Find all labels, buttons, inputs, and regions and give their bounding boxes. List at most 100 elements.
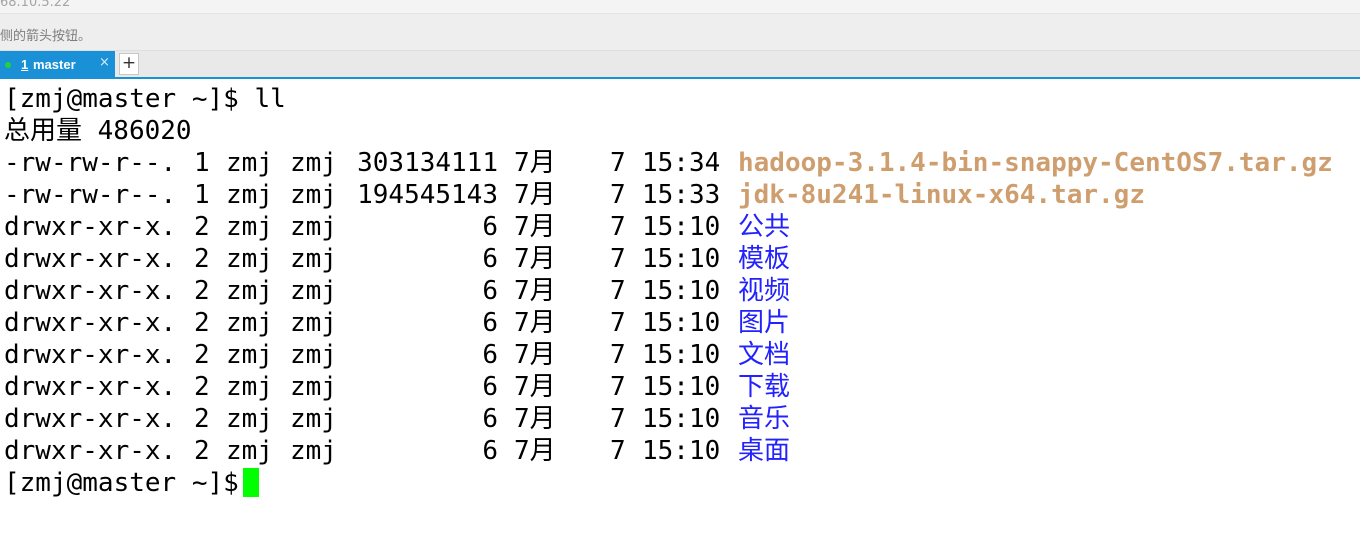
file-month: 7月 — [514, 404, 556, 434]
file-size: 6 — [482, 276, 498, 306]
command-line: [zmj@master ~]$ ll — [4, 83, 1356, 115]
file-group: zmj — [290, 148, 337, 178]
file-month: 7月 — [514, 308, 556, 338]
listing-row: drwxr-xr-x. 2 zmj zmj 6 7月 7 15:10 文档 — [4, 339, 1356, 371]
file-group: zmj — [290, 212, 337, 242]
listing-row: drwxr-xr-x. 2 zmj zmj 6 7月 7 15:10 下载 — [4, 371, 1356, 403]
file-links: 2 — [194, 276, 210, 306]
file-links: 2 — [194, 340, 210, 370]
current-prompt-line[interactable]: [zmj@master ~]$ — [4, 467, 1356, 499]
file-listing: -rw-rw-r--. 1 zmj zmj 303134111 7月 7 15:34 hadoo… — [4, 147, 1356, 467]
listing-row: drwxr-xr-x. 2 zmj zmj 6 7月 7 15:10 视频 — [4, 275, 1356, 307]
prompt: [zmj@master ~]$ — [4, 84, 239, 114]
file-links: 1 — [194, 180, 210, 210]
file-owner: zmj — [226, 148, 273, 178]
file-month: 7月 — [514, 148, 556, 178]
prompt: [zmj@master ~]$ — [4, 468, 239, 498]
file-permissions: drwxr-xr-x. — [4, 276, 177, 306]
file-size: 6 — [482, 372, 498, 402]
file-time: 15:10 — [642, 244, 721, 274]
file-time: 15:10 — [642, 372, 721, 402]
file-name: 文档 — [738, 340, 791, 370]
listing-row: drwxr-xr-x. 2 zmj zmj 6 7月 7 15:10 桌面 — [4, 435, 1356, 467]
command-text: ll — [254, 84, 286, 114]
file-name: 下载 — [738, 372, 791, 402]
text-cursor — [242, 468, 259, 497]
file-size: 6 — [482, 436, 498, 466]
file-name: 音乐 — [738, 404, 791, 434]
file-permissions: drwxr-xr-x. — [4, 212, 177, 242]
listing-row: drwxr-xr-x. 2 zmj zmj 6 7月 7 15:10 图片 — [4, 307, 1356, 339]
tab-accent-line — [0, 77, 1360, 79]
listing-row: drwxr-xr-x. 2 zmj zmj 6 7月 7 15:10 音乐 — [4, 403, 1356, 435]
file-name: 桌面 — [738, 436, 791, 466]
file-day: 7 — [610, 276, 626, 306]
connection-status-icon — [5, 62, 11, 68]
file-month: 7月 — [514, 340, 556, 370]
file-group: zmj — [290, 276, 337, 306]
file-day: 7 — [610, 212, 626, 242]
file-permissions: drwxr-xr-x. — [4, 436, 177, 466]
file-owner: zmj — [226, 276, 273, 306]
file-group: zmj — [290, 180, 337, 210]
file-size: 6 — [482, 340, 498, 370]
file-name: 视频 — [738, 276, 791, 306]
hint-text: 侧的箭头按钮。 — [0, 29, 92, 44]
tab-number: 1 — [21, 57, 29, 72]
file-owner: zmj — [226, 244, 273, 274]
file-group: zmj — [290, 404, 337, 434]
add-tab-button[interactable]: + — [119, 53, 139, 75]
file-permissions: drwxr-xr-x. — [4, 340, 177, 370]
terminal-output[interactable]: [zmj@master ~]$ ll 总用量 486020 -rw-rw-r--… — [4, 83, 1356, 553]
file-links: 2 — [194, 308, 210, 338]
file-day: 7 — [610, 340, 626, 370]
hint-bar: 侧的箭头按钮。 — [0, 14, 1360, 51]
tab-label: master — [33, 57, 76, 72]
file-permissions: -rw-rw-r--. — [4, 180, 177, 210]
file-day: 7 — [610, 180, 626, 210]
file-day: 7 — [610, 436, 626, 466]
tab-master[interactable]: 1 master × — [0, 51, 115, 78]
file-group: zmj — [290, 372, 337, 402]
file-time: 15:10 — [642, 212, 721, 242]
file-month: 7月 — [514, 436, 556, 466]
file-owner: zmj — [226, 372, 273, 402]
file-time: 15:34 — [642, 148, 721, 178]
file-name: hadoop-3.1.4-bin-snappy-CentOS7.tar.gz — [738, 148, 1333, 178]
close-icon[interactable]: × — [99, 55, 110, 70]
file-month: 7月 — [514, 372, 556, 402]
file-time: 15:10 — [642, 276, 721, 306]
file-links: 1 — [194, 148, 210, 178]
file-time: 15:10 — [642, 436, 721, 466]
file-day: 7 — [610, 308, 626, 338]
file-links: 2 — [194, 244, 210, 274]
file-owner: zmj — [226, 180, 273, 210]
listing-row: drwxr-xr-x. 2 zmj zmj 6 7月 7 15:10 模板 — [4, 243, 1356, 275]
file-group: zmj — [290, 308, 337, 338]
file-size: 6 — [482, 244, 498, 274]
file-name: 模板 — [738, 244, 791, 274]
file-permissions: drwxr-xr-x. — [4, 244, 177, 274]
file-owner: zmj — [226, 404, 273, 434]
file-time: 15:10 — [642, 308, 721, 338]
file-time: 15:33 — [642, 180, 721, 210]
file-links: 2 — [194, 436, 210, 466]
file-owner: zmj — [226, 308, 273, 338]
file-permissions: drwxr-xr-x. — [4, 308, 177, 338]
file-owner: zmj — [226, 436, 273, 466]
file-month: 7月 — [514, 212, 556, 242]
file-month: 7月 — [514, 180, 556, 210]
file-day: 7 — [610, 244, 626, 274]
file-links: 2 — [194, 212, 210, 242]
total-line: 总用量 486020 — [4, 116, 192, 146]
file-size: 6 — [482, 212, 498, 242]
address-strip: 68.10.5.22 — [0, 0, 1360, 14]
file-size: 6 — [482, 308, 498, 338]
file-links: 2 — [194, 404, 210, 434]
file-group: zmj — [290, 436, 337, 466]
file-size: 303134111 — [357, 148, 498, 178]
file-group: zmj — [290, 244, 337, 274]
address-fragment: 68.10.5.22 — [0, 0, 71, 10]
file-permissions: drwxr-xr-x. — [4, 404, 177, 434]
file-day: 7 — [610, 404, 626, 434]
